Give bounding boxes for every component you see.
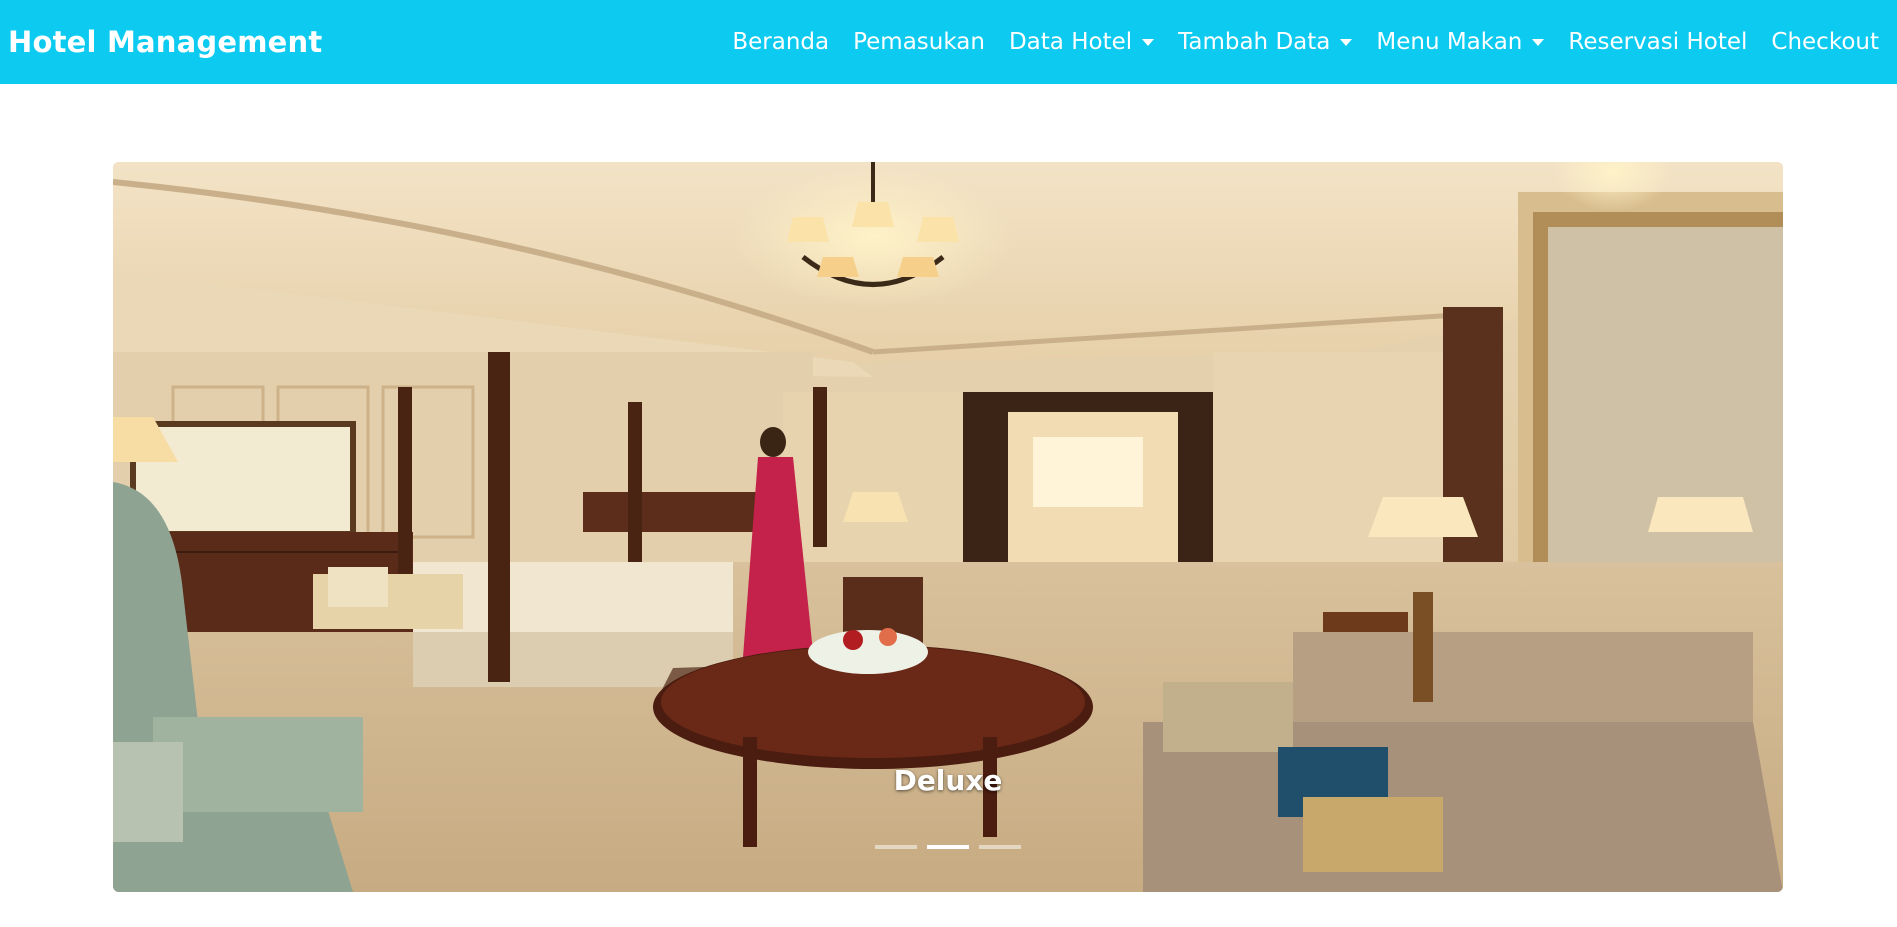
nav-checkout[interactable]: Checkout (1771, 29, 1879, 55)
carousel-indicator-3[interactable] (979, 845, 1021, 849)
nav-label: Pemasukan (853, 29, 985, 55)
caret-down-icon (1340, 38, 1353, 46)
nav-label: Checkout (1771, 29, 1879, 55)
navbar: Hotel Management Beranda Pemasukan Data … (0, 0, 1897, 84)
nav-pemasukan[interactable]: Pemasukan (853, 29, 985, 55)
nav-label: Reservasi Hotel (1568, 29, 1748, 55)
carousel-indicators (113, 845, 1783, 849)
carousel-indicator-2[interactable] (927, 845, 969, 849)
nav-label: Menu Makan (1376, 29, 1523, 55)
nav-label: Beranda (732, 29, 830, 55)
nav-label: Tambah Data (1178, 29, 1331, 55)
carousel-indicator-1[interactable] (875, 845, 917, 849)
nav-label: Data Hotel (1008, 29, 1133, 55)
caret-down-icon (1532, 38, 1545, 46)
nav-tambah-data-dropdown[interactable]: Tambah Data (1178, 29, 1353, 55)
nav-links: Beranda Pemasukan Data Hotel Tambah Data… (732, 29, 1879, 55)
nav-beranda[interactable]: Beranda (732, 29, 829, 55)
nav-menu-makan-dropdown[interactable]: Menu Makan (1376, 29, 1545, 55)
nav-data-hotel-dropdown[interactable]: Data Hotel (1008, 29, 1155, 55)
carousel-caption: Deluxe (893, 764, 1003, 797)
caret-down-icon (1142, 38, 1155, 46)
room-carousel[interactable]: Deluxe (113, 162, 1783, 892)
brand-link[interactable]: Hotel Management (8, 25, 322, 59)
nav-reservasi-hotel[interactable]: Reservasi Hotel (1568, 29, 1747, 55)
